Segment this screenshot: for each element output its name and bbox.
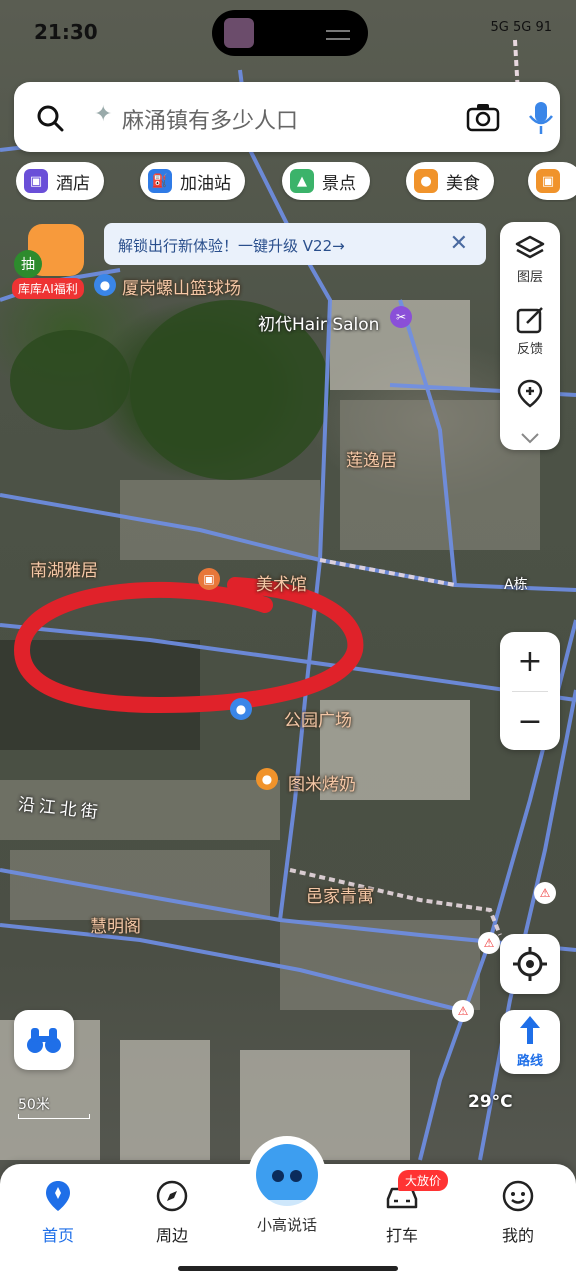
promo-badge: 大放价: [398, 1170, 449, 1191]
scale-label: 50米: [18, 1097, 50, 1113]
chevron-down-icon[interactable]: [520, 432, 540, 444]
category-chips: ▣ 酒店 ⛽ 加油站 ▲ 景点 ● 美食 ▣: [16, 162, 576, 202]
poi-lianyi[interactable]: 莲逸居: [346, 446, 397, 471]
feedback-button[interactable]: 反馈: [500, 306, 560, 357]
audio-bars-icon: [326, 30, 350, 40]
zoom-in-button[interactable]: +: [500, 632, 560, 690]
home-indicator: [178, 1266, 398, 1271]
gas-station-icon: ⛽: [148, 169, 172, 193]
lottery-badge: 抽: [14, 250, 42, 278]
hotel-icon: ▣: [24, 169, 48, 193]
poi-yijia[interactable]: 邑家青寓: [306, 882, 374, 907]
poi-park-plaza[interactable]: 公园广场: [284, 706, 352, 731]
add-location-icon: [517, 379, 543, 408]
camera-icon[interactable]: [466, 102, 500, 132]
search-icon[interactable]: [36, 104, 64, 132]
poi-a-building[interactable]: A栋: [504, 574, 528, 594]
poi-huiming[interactable]: 慧明阁: [90, 912, 141, 937]
poi-nanhu[interactable]: 南湖雅居: [30, 556, 98, 581]
chip-label: 酒店: [56, 173, 90, 194]
compass-icon: [156, 1180, 188, 1212]
dynamic-island: [212, 10, 368, 56]
explore-button[interactable]: [14, 1010, 74, 1070]
chip-scenic[interactable]: ▲ 景点: [282, 162, 370, 200]
tea-icon[interactable]: ●: [256, 768, 278, 790]
profile-icon: [502, 1180, 534, 1212]
search-placeholder[interactable]: 麻涌镇有多少人口: [122, 103, 298, 135]
search-bar[interactable]: ✦ 麻涌镇有多少人口: [14, 82, 560, 152]
home-icon: [46, 1181, 70, 1211]
poi-art-gallery[interactable]: 美术馆: [256, 570, 307, 595]
binoculars-icon: [27, 1028, 61, 1053]
art-gallery-icon[interactable]: ▣: [198, 568, 220, 590]
map-tools-panel: 图层 反馈: [500, 222, 560, 450]
feedback-label: 反馈: [516, 342, 543, 357]
locate-icon: [513, 947, 547, 981]
poi-tumi[interactable]: 图米烤奶: [288, 770, 356, 795]
status-bar: 21:30 5G 5G 91: [0, 0, 576, 64]
add-place-button[interactable]: [500, 378, 560, 412]
park-icon[interactable]: ●: [230, 698, 252, 720]
tab-label: 我的: [501, 1226, 534, 1245]
route-button[interactable]: 路线: [500, 1010, 560, 1074]
zoom-control: + −: [500, 632, 560, 750]
voice-icon[interactable]: [526, 98, 556, 136]
more-category-icon: ▣: [536, 169, 560, 193]
tab-label: 周边: [155, 1226, 188, 1245]
locate-button[interactable]: [500, 934, 560, 994]
route-label: 路线: [516, 1054, 543, 1069]
tab-label: 打车: [385, 1226, 418, 1245]
layers-icon: [515, 235, 545, 259]
scenic-icon: ▲: [290, 169, 314, 193]
layers-label: 图层: [516, 270, 543, 285]
construction-icon: ⚠: [452, 1000, 474, 1022]
upgrade-banner[interactable]: 解锁出行新体验！一键升级 V22→ ✕: [104, 223, 486, 265]
weather-temperature[interactable]: 29°C: [468, 1092, 513, 1112]
poi-basketball-court[interactable]: 厦岗螺山篮球场: [122, 274, 241, 299]
map-scale: 50米: [18, 1094, 90, 1119]
scale-bar: [18, 1114, 90, 1119]
route-arrow-icon: [520, 1016, 540, 1044]
chip-label: 加油站: [180, 173, 231, 194]
chip-more[interactable]: ▣: [528, 162, 576, 200]
chip-food[interactable]: ● 美食: [406, 162, 494, 200]
construction-icon: ⚠: [534, 882, 556, 904]
media-thumbnail: [224, 18, 254, 48]
banner-text: 解锁出行新体验！一键升级 V22→: [118, 237, 345, 255]
chip-label: 景点: [322, 173, 356, 194]
ai-mascot-icon: [256, 1144, 318, 1206]
tab-profile[interactable]: 我的: [478, 1178, 558, 1246]
tab-home[interactable]: 首页: [18, 1178, 98, 1246]
tab-nearby[interactable]: 周边: [132, 1178, 212, 1246]
chip-gas-station[interactable]: ⛽ 加油站: [140, 162, 245, 200]
food-icon: ●: [414, 169, 438, 193]
close-icon[interactable]: ✕: [450, 231, 468, 256]
status-indicators: 5G 5G 91: [490, 20, 553, 35]
layers-button[interactable]: 图层: [500, 234, 560, 285]
poi-hair-salon[interactable]: 初代Hair Salon: [258, 310, 379, 335]
ai-sparkle-icon: ✦: [94, 102, 113, 127]
chip-label: 美食: [446, 173, 480, 194]
zoom-out-button[interactable]: −: [500, 692, 560, 750]
tab-label: 首页: [41, 1226, 74, 1245]
chip-hotel[interactable]: ▣ 酒店: [16, 162, 104, 200]
ai-assistant-label: 小高说话: [256, 1216, 317, 1234]
construction-icon: ⚠: [478, 932, 500, 954]
salon-icon[interactable]: ✂: [390, 306, 412, 328]
feedback-icon: [516, 307, 543, 334]
ai-welfare-label: 库库AI福利: [12, 278, 84, 299]
ai-welfare-badge[interactable]: 抽 库库AI福利: [8, 224, 98, 300]
clock: 21:30: [34, 20, 98, 44]
